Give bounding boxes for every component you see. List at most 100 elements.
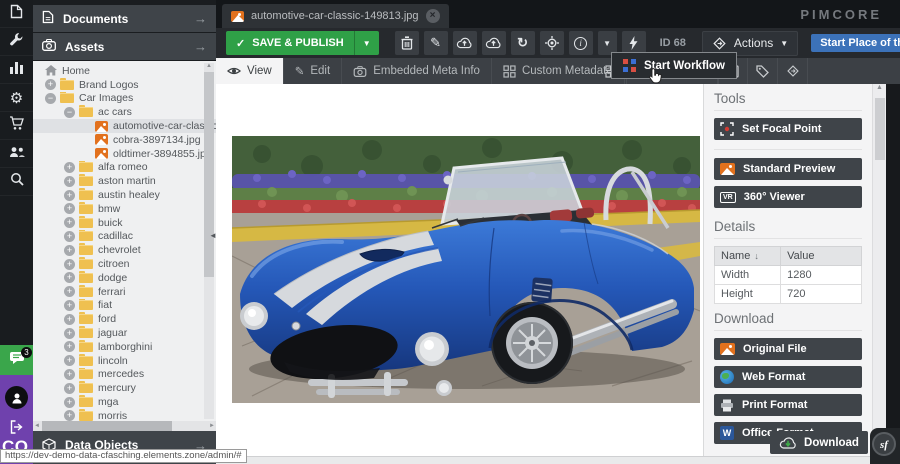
tree-item[interactable]: oldtimer-3894855.jpg xyxy=(33,147,216,161)
tree-item[interactable]: +austin healey xyxy=(33,188,216,202)
expand-icon[interactable]: + xyxy=(64,314,75,325)
tools-rail-button[interactable] xyxy=(0,28,33,56)
tab-workflow[interactable] xyxy=(778,58,808,84)
save-caret-icon[interactable]: ▼ xyxy=(354,31,379,55)
tree-item[interactable]: +fiat xyxy=(33,299,216,313)
folder-icon xyxy=(79,314,93,324)
print-format-button[interactable]: Print Format xyxy=(714,394,862,416)
asset-tab[interactable]: automotive-car-classic-149813.jpg × xyxy=(222,4,449,28)
tree-item[interactable]: +aston martin xyxy=(33,174,216,188)
arrow-right-icon[interactable]: → xyxy=(194,11,207,26)
expand-icon[interactable]: + xyxy=(64,245,75,256)
details-col-value[interactable]: Value xyxy=(781,247,862,266)
arrow-right-icon[interactable]: → xyxy=(194,39,207,54)
save-publish-button[interactable]: ✓SAVE & PUBLISH ▼ xyxy=(226,31,379,55)
tree-item[interactable]: +lincoln xyxy=(33,354,216,368)
tree-item[interactable]: +Brand Logos xyxy=(33,78,216,92)
ecommerce-rail-button[interactable] xyxy=(0,112,33,140)
expand-icon[interactable]: + xyxy=(64,383,75,394)
tree-item[interactable]: +citroen xyxy=(33,257,216,271)
expand-icon[interactable]: + xyxy=(64,272,75,283)
tab-view[interactable]: View xyxy=(216,58,284,84)
reports-rail-button[interactable] xyxy=(0,56,33,84)
documents-rail-button[interactable] xyxy=(0,0,33,28)
expand-icon[interactable]: + xyxy=(64,410,75,421)
tree-item[interactable]: +ferrari xyxy=(33,285,216,299)
reload-button[interactable]: ↻ xyxy=(511,31,535,55)
settings-rail-button[interactable]: ⚙ xyxy=(0,84,33,112)
expand-icon[interactable]: + xyxy=(64,397,75,408)
delete-button[interactable] xyxy=(395,31,419,55)
scroll-left-icon[interactable]: ◄ xyxy=(34,423,40,429)
details-col-name[interactable]: Name↓ xyxy=(715,247,781,266)
notifications-button[interactable]: 3 xyxy=(0,345,33,375)
image-file-icon xyxy=(95,134,108,145)
replace-asset-button[interactable] xyxy=(482,31,506,55)
tree-item[interactable]: cobra-3897134.jpg xyxy=(33,133,216,147)
panel-collapse-handle[interactable]: ◄ xyxy=(209,231,217,240)
rename-button[interactable]: ✎ xyxy=(424,31,448,55)
tree-item[interactable]: +mga xyxy=(33,395,216,409)
tree-item-selected[interactable]: automotive-car-classic-149813.jpg xyxy=(33,119,216,133)
search-rail-button[interactable] xyxy=(0,168,33,196)
tab-edit[interactable]: ✎ Edit xyxy=(284,58,342,84)
original-file-button[interactable]: Original File xyxy=(714,338,862,360)
expand-icon[interactable]: + xyxy=(64,328,75,339)
tree-item[interactable]: +lamborghini xyxy=(33,340,216,354)
expand-icon[interactable]: + xyxy=(64,300,75,311)
expand-icon[interactable]: + xyxy=(64,259,75,270)
tree-horizontal-scrollbar[interactable]: ◄► xyxy=(33,421,216,431)
download-button[interactable]: Download xyxy=(770,431,868,454)
scrollbar-thumb[interactable] xyxy=(875,98,885,160)
collapse-icon[interactable]: − xyxy=(45,93,56,104)
upload-button[interactable] xyxy=(453,31,477,55)
expand-icon[interactable]: + xyxy=(64,369,75,380)
tree-item-home[interactable]: Home xyxy=(33,64,216,78)
info-button[interactable]: i xyxy=(569,31,593,55)
expand-icon[interactable]: + xyxy=(64,176,75,187)
close-tab-icon[interactable]: × xyxy=(426,9,440,23)
tree-item[interactable]: +jaguar xyxy=(33,326,216,340)
tree-item[interactable]: +bmw xyxy=(33,202,216,216)
assets-accordion-header[interactable]: Assets → xyxy=(33,33,216,60)
users-rail-button[interactable] xyxy=(0,140,33,168)
user-avatar[interactable] xyxy=(5,386,28,409)
tree-item[interactable]: +buick xyxy=(33,216,216,230)
expand-icon[interactable]: + xyxy=(64,203,75,214)
expand-icon[interactable]: + xyxy=(64,355,75,366)
tree-item[interactable]: −Car Images xyxy=(33,92,216,106)
start-workflow-menu-item[interactable]: Start Workflow xyxy=(611,52,737,79)
standard-preview-button[interactable]: Standard Preview xyxy=(714,158,862,180)
tree-item[interactable]: +morris xyxy=(33,409,216,421)
tab-tags[interactable] xyxy=(748,58,778,84)
expand-icon[interactable]: + xyxy=(64,341,75,352)
collapse-icon[interactable]: − xyxy=(64,107,75,118)
expand-icon[interactable]: + xyxy=(64,231,75,242)
expand-icon[interactable]: + xyxy=(64,190,75,201)
expand-icon[interactable]: + xyxy=(64,162,75,173)
scrollbar-thumb[interactable] xyxy=(204,72,214,277)
expand-icon[interactable]: + xyxy=(64,286,75,297)
tree-item[interactable]: −ac cars xyxy=(33,105,216,119)
locate-in-tree-button[interactable] xyxy=(540,31,564,55)
panel-scrollbar[interactable]: ▲ xyxy=(872,84,886,456)
folder-icon xyxy=(79,383,93,393)
expand-icon[interactable]: + xyxy=(64,217,75,228)
web-format-button[interactable]: Web Format xyxy=(714,366,862,388)
symfony-profiler-badge[interactable]: sf xyxy=(872,432,896,456)
tree-item[interactable]: +ford xyxy=(33,312,216,326)
360-viewer-button[interactable]: VR 360° Viewer xyxy=(714,186,862,208)
tab-embedded-meta-info[interactable]: Embedded Meta Info xyxy=(342,58,492,84)
expand-icon[interactable]: + xyxy=(45,79,56,90)
tree-item[interactable]: +mercedes xyxy=(33,368,216,382)
set-focal-point-button[interactable]: Set Focal Point xyxy=(714,118,862,140)
tree-item[interactable]: +alfa romeo xyxy=(33,161,216,175)
scroll-right-icon[interactable]: ► xyxy=(209,423,215,429)
tree-vertical-scrollbar[interactable]: ▲ xyxy=(204,63,214,419)
scrollbar-thumb[interactable] xyxy=(42,421,172,431)
tree-item[interactable]: +chevrolet xyxy=(33,243,216,257)
tree-item[interactable]: +dodge xyxy=(33,271,216,285)
tree-item[interactable]: +mercury xyxy=(33,381,216,395)
documents-accordion-header[interactable]: Documents → xyxy=(33,5,216,32)
tree-item[interactable]: +cadillac xyxy=(33,230,216,244)
